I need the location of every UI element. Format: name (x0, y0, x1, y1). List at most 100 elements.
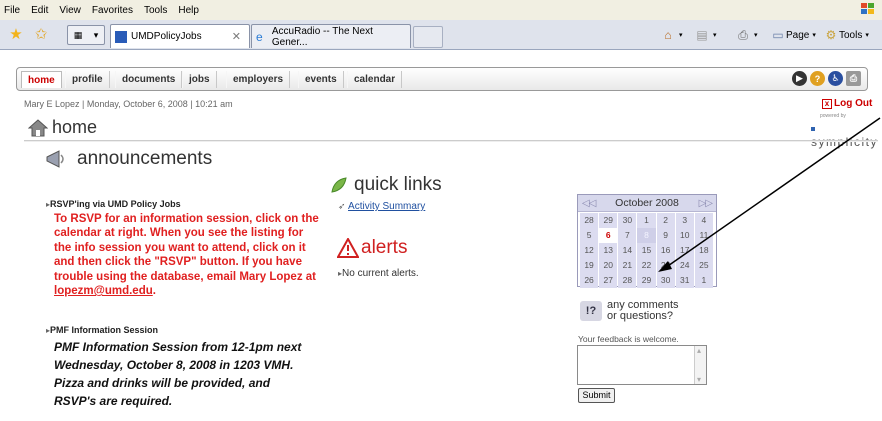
calendar-day[interactable]: 24 (675, 258, 694, 273)
quick-links-title: quick links (354, 174, 442, 195)
symplicity-logo: symplicity (811, 121, 882, 149)
home-button[interactable]: ⌂ ▾ (660, 27, 686, 43)
calendar-day[interactable]: 31 (675, 273, 694, 288)
home-icon: ⌂ (664, 28, 672, 42)
feeds-icon: ▤ (696, 28, 708, 42)
menu-help[interactable]: Help (178, 5, 199, 16)
calendar-day[interactable]: 3 (675, 213, 694, 228)
announcement-title[interactable]: RSVP'ing via UMD Policy Jobs (46, 199, 181, 209)
calendar-day[interactable]: 12 (580, 243, 599, 258)
calendar-day[interactable]: 15 (637, 243, 656, 258)
nav-documents[interactable]: documents (115, 71, 183, 88)
calendar-day[interactable]: 7 (618, 228, 637, 243)
calendar-day[interactable]: 27 (599, 273, 618, 288)
announcement-title[interactable]: PMF Information Session (46, 325, 158, 335)
quick-tabs-button[interactable]: ▦ ▾ (67, 25, 105, 45)
windows-flag-icon (861, 3, 874, 14)
calendar-day[interactable]: 16 (656, 243, 675, 258)
browser-menubar: File Edit View Favorites Tools Help (0, 0, 882, 20)
calendar-day[interactable]: 18 (694, 243, 713, 258)
nav-jobs[interactable]: jobs (182, 71, 217, 88)
calendar-day[interactable]: 21 (618, 258, 637, 273)
nav-employers[interactable]: employers (226, 71, 291, 88)
play-icon[interactable]: ▶ (792, 71, 807, 86)
calendar-widget: ◁◁ October 2008 ▷▷ 28 29 30 1 2 3 4 5 6 7 8 9 10 11 12… (577, 194, 717, 288)
calendar-day[interactable]: 2 (656, 213, 675, 228)
print-button[interactable]: ⎙ ▾ (735, 27, 761, 43)
feeds-button[interactable]: ▤ ▾ (694, 27, 720, 43)
printer-icon: ⎙ (738, 28, 748, 42)
feedback-prompt: Your feedback is welcome. (578, 334, 679, 344)
quick-links-heading: quick links (330, 174, 442, 196)
menu-file[interactable]: File (4, 5, 20, 16)
calendar-day[interactable]: 25 (694, 258, 713, 273)
calendar-day[interactable]: 8 (637, 228, 656, 243)
close-icon[interactable]: ✕ (232, 30, 241, 43)
ie-page-icon: e (256, 29, 263, 44)
calendar-day[interactable]: 29 (599, 213, 618, 228)
add-favorite-icon[interactable]: ✩ (33, 27, 49, 43)
logo-text: symplicity (811, 135, 879, 149)
calendar-day[interactable]: 6 (599, 228, 618, 243)
chat-bubble-icon: !? (580, 301, 602, 321)
browser-tabbar: ★ ✩ ▦ ▾ UMDPolicyJobs ✕ e AccuRadio -- T… (0, 20, 882, 50)
calendar-day[interactable]: 11 (694, 228, 713, 243)
calendar-day[interactable]: 5 (580, 228, 599, 243)
tab-umdpolicyjobs[interactable]: UMDPolicyJobs ✕ (110, 24, 250, 48)
menu-edit[interactable]: Edit (31, 5, 48, 16)
nav-home[interactable]: home (21, 71, 62, 88)
announcements-title: announcements (77, 148, 213, 169)
header-divider-shadow (24, 141, 878, 142)
submit-button[interactable]: Submit (578, 388, 615, 403)
calendar-day[interactable]: 22 (637, 258, 656, 273)
calendar-day[interactable]: 4 (694, 213, 713, 228)
calendar-day[interactable]: 13 (599, 243, 618, 258)
calendar-day[interactable]: 10 (675, 228, 694, 243)
calendar-day[interactable]: 29 (637, 273, 656, 288)
feedback-heading: !? any comments or questions? (580, 300, 679, 322)
leaf-arrow-icon (331, 177, 347, 193)
warning-icon (337, 238, 359, 258)
calendar-day[interactable]: 17 (675, 243, 694, 258)
menu-view[interactable]: View (59, 5, 81, 16)
powered-by-label: powered by (820, 113, 846, 119)
calendar-day[interactable]: 1 (637, 213, 656, 228)
prev-month-icon[interactable]: ◁◁ (582, 198, 596, 209)
tab-label: UMDPolicyJobs (131, 31, 202, 42)
logo-square-icon (811, 126, 815, 131)
new-tab-button[interactable] (413, 26, 443, 48)
tools-menu-button[interactable]: ⚙ Tools ▾ (823, 27, 872, 43)
textarea-scrollbar[interactable] (694, 346, 706, 384)
calendar-day[interactable]: 23 (656, 258, 675, 273)
calendar-day[interactable]: 26 (580, 273, 599, 288)
quick-link-item: ➶ Activity Summary (338, 201, 425, 212)
calendar-day[interactable]: 14 (618, 243, 637, 258)
accessibility-icon[interactable]: ♿ (828, 71, 843, 86)
page-title: home (52, 117, 98, 137)
calendar-day[interactable]: 28 (580, 213, 599, 228)
calendar-day[interactable]: 20 (599, 258, 618, 273)
feedback-textarea[interactable] (577, 345, 707, 385)
calendar-day[interactable]: 9 (656, 228, 675, 243)
calendar-day[interactable]: 19 (580, 258, 599, 273)
print-icon[interactable]: ⎙ (846, 71, 861, 86)
nav-calendar[interactable]: calendar (347, 71, 403, 88)
tab-accuradio[interactable]: e AccuRadio -- The Next Gener... (251, 24, 411, 48)
announcement-body: To RSVP for an information session, clic… (54, 212, 322, 298)
calendar-day[interactable]: 30 (618, 213, 637, 228)
calendar-day[interactable]: 28 (618, 273, 637, 288)
email-link[interactable]: lopezm@umd.edu (54, 285, 153, 297)
next-month-icon[interactable]: ▷▷ (699, 198, 713, 209)
logout-link[interactable]: x Log Out (822, 98, 872, 109)
announcement-body: PMF Information Session from 12-1pm next… (54, 340, 302, 408)
menu-favorites[interactable]: Favorites (92, 5, 133, 16)
nav-profile[interactable]: profile (65, 71, 110, 88)
favorites-star-icon[interactable]: ★ (8, 27, 24, 43)
activity-summary-link[interactable]: Activity Summary (348, 201, 425, 212)
menu-tools[interactable]: Tools (144, 5, 167, 16)
page-menu-button[interactable]: ▭ Page ▾ (770, 27, 819, 43)
help-icon[interactable]: ? (810, 71, 825, 86)
calendar-day[interactable]: 1 (694, 273, 713, 288)
nav-events[interactable]: events (298, 71, 344, 88)
calendar-day[interactable]: 30 (656, 273, 675, 288)
